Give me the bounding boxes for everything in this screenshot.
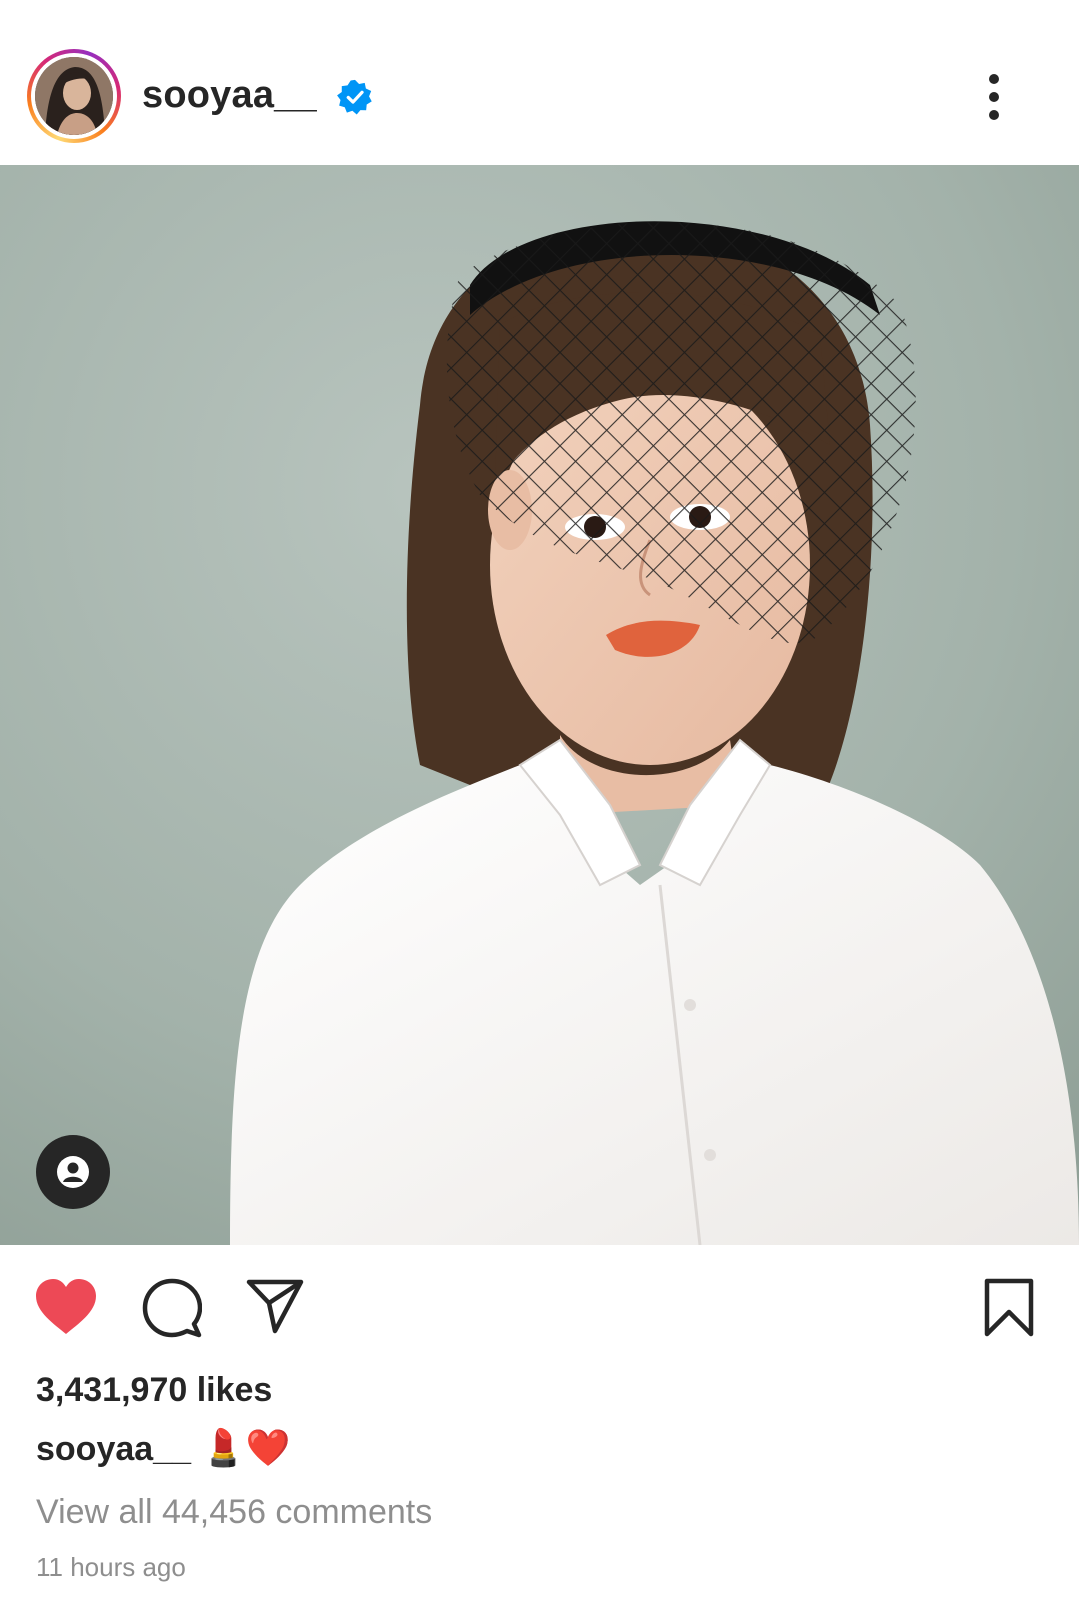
post-username[interactable]: sooyaa__	[142, 72, 317, 118]
post-actions-bar	[0, 1245, 1079, 1345]
bookmark-icon[interactable]	[983, 1278, 1035, 1338]
verified-badge-icon	[337, 79, 372, 115]
post-header: sooyaa__	[0, 0, 1079, 165]
avatar-portrait	[35, 57, 113, 135]
avatar-border	[31, 53, 117, 139]
heart-icon[interactable]	[34, 1278, 98, 1336]
tagged-people-button[interactable]	[36, 1135, 110, 1209]
comment-icon[interactable]	[142, 1278, 202, 1338]
avatar[interactable]	[35, 57, 113, 135]
share-icon[interactable]	[246, 1277, 304, 1335]
view-all-comments-link[interactable]: View all 44,456 comments	[36, 1490, 432, 1534]
story-ring[interactable]	[27, 49, 121, 143]
post-caption: sooyaa__ 💄❤️	[36, 1426, 291, 1472]
post-image[interactable]	[0, 165, 1079, 1245]
tagged-people-icon	[57, 1156, 89, 1188]
more-options-icon[interactable]	[974, 72, 1014, 122]
likes-count[interactable]: 3,431,970 likes	[36, 1369, 272, 1411]
post-timestamp: 11 hours ago	[36, 1552, 186, 1582]
caption-text: 💄❤️	[201, 1428, 291, 1469]
post-photo-illustration	[0, 165, 1079, 1245]
caption-username[interactable]: sooyaa__	[36, 1430, 191, 1468]
